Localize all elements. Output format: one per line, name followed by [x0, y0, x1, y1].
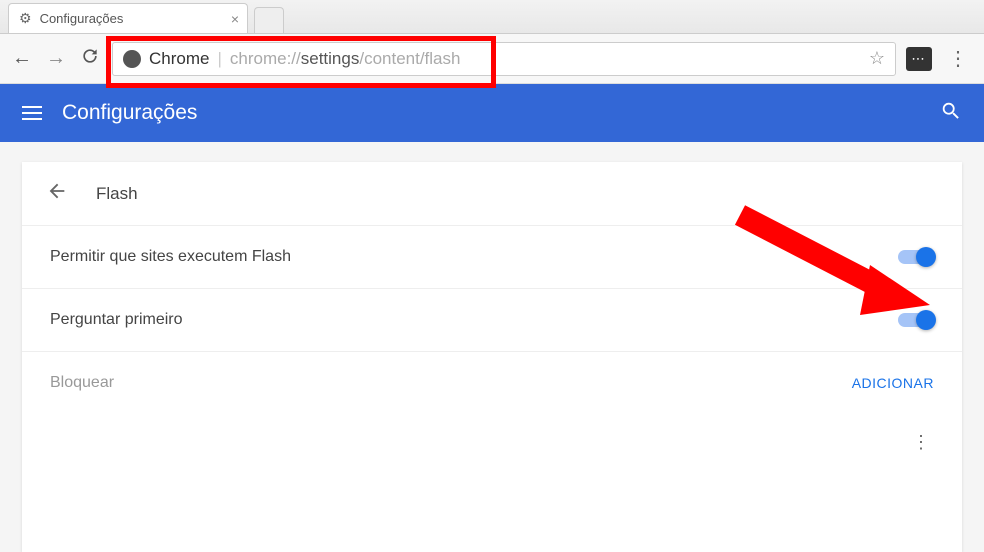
- forward-button: →: [44, 47, 68, 70]
- page-title: Flash: [96, 184, 138, 204]
- new-tab-button[interactable]: [254, 7, 284, 33]
- browser-toolbar: ← → Chrome | chrome://settings/content/f…: [0, 34, 984, 84]
- add-button[interactable]: ADICIONAR: [852, 375, 934, 391]
- bookmark-star-icon[interactable]: ☆: [869, 48, 885, 69]
- settings-header: Configurações: [0, 84, 984, 142]
- more-menu-icon[interactable]: ⋮: [912, 432, 930, 453]
- address-url: chrome://settings/content/flash: [230, 49, 461, 69]
- toggle-ask-first[interactable]: [898, 313, 934, 327]
- browser-menu-icon[interactable]: ⋮: [942, 46, 974, 71]
- extension-button[interactable]: ●●●: [906, 47, 932, 71]
- gear-icon: ⚙: [19, 10, 32, 27]
- setting-label: Perguntar primeiro: [50, 311, 183, 329]
- setting-row-block: Bloquear ADICIONAR: [22, 351, 962, 414]
- setting-row-allow-flash: Permitir que sites executem Flash: [22, 225, 962, 288]
- reload-button[interactable]: [78, 46, 102, 72]
- browser-tab[interactable]: ⚙ Configurações ×: [8, 3, 248, 33]
- search-icon[interactable]: [940, 100, 962, 127]
- tab-title: Configurações: [40, 11, 124, 26]
- chrome-icon: [123, 50, 141, 68]
- row-overflow: ⋮: [22, 414, 962, 471]
- separator: |: [217, 49, 221, 69]
- close-icon[interactable]: ×: [231, 11, 239, 27]
- panel-header: Flash: [22, 162, 962, 225]
- browser-tab-bar: ⚙ Configurações ×: [0, 0, 984, 34]
- address-bar[interactable]: Chrome | chrome://settings/content/flash…: [112, 42, 896, 76]
- setting-label: Permitir que sites executem Flash: [50, 248, 291, 266]
- settings-panel: Flash Permitir que sites executem Flash …: [22, 162, 962, 552]
- hamburger-menu-icon[interactable]: [22, 106, 42, 120]
- block-label: Bloquear: [50, 374, 114, 392]
- settings-title: Configurações: [62, 101, 920, 125]
- settings-content: Flash Permitir que sites executem Flash …: [0, 142, 984, 552]
- back-button[interactable]: ←: [10, 47, 34, 70]
- setting-row-ask-first: Perguntar primeiro: [22, 288, 962, 351]
- toggle-allow-flash[interactable]: [898, 250, 934, 264]
- address-scheme-label: Chrome: [149, 49, 209, 69]
- panel-back-button[interactable]: [46, 180, 68, 207]
